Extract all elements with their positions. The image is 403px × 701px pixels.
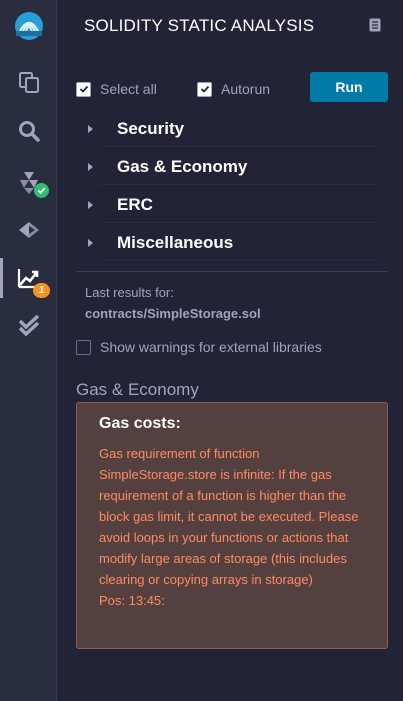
show-warnings-label: Show warnings for external libraries: [100, 339, 322, 355]
category-label: Miscellaneous: [117, 232, 234, 252]
alert-title: Gas costs:: [99, 415, 181, 432]
compile-success-badge: [34, 183, 49, 198]
run-button[interactable]: Run: [310, 72, 388, 102]
deploy-run-icon: [18, 222, 39, 238]
caret-right-icon: [88, 163, 93, 171]
caret-right-icon: [88, 125, 93, 133]
divider: [76, 271, 388, 272]
alert-position[interactable]: Pos: 13:45:: [99, 590, 365, 611]
deploy-run-button[interactable]: [0, 210, 57, 250]
warning-count-badge: 1: [33, 283, 50, 298]
autorun-label: Autorun: [221, 81, 271, 97]
checkmark-icon: [200, 85, 209, 93]
last-results-label: Last results for:: [85, 285, 174, 300]
results-section-title: Gas & Economy: [76, 380, 199, 399]
alert-message[interactable]: Gas requirement of function SimpleStorag…: [99, 443, 365, 590]
select-all-checkbox[interactable]: [76, 81, 91, 97]
book-icon[interactable]: [369, 18, 381, 37]
file-explorer-button[interactable]: [0, 62, 57, 102]
icon-panel: 1: [0, 0, 57, 701]
solidity-compiler-button[interactable]: [0, 162, 57, 202]
autorun-checkbox[interactable]: [197, 81, 212, 97]
category-gas-economy[interactable]: Gas & Economy: [88, 149, 379, 185]
static-analysis-panel: SOLIDITY STATIC ANALYSIS Select all Auto…: [58, 0, 403, 701]
category-security[interactable]: Security: [88, 111, 379, 147]
panel-title: SOLIDITY STATIC ANALYSIS: [84, 16, 315, 35]
check-icon: [37, 187, 46, 195]
select-all-row[interactable]: Select all: [76, 80, 157, 98]
category-label: Security: [117, 118, 185, 138]
autorun-row[interactable]: Autorun: [197, 80, 270, 98]
caret-right-icon: [88, 201, 93, 209]
search-icon: [18, 121, 40, 142]
caret-right-icon: [88, 239, 93, 247]
category-erc[interactable]: ERC: [88, 187, 379, 223]
unit-testing-button[interactable]: [0, 306, 57, 346]
select-all-label: Select all: [100, 81, 157, 97]
remix-logo-icon: [14, 12, 43, 40]
last-results-file: contracts/SimpleStorage.sol: [85, 306, 261, 321]
show-warnings-checkbox[interactable]: [76, 339, 91, 355]
category-label: Gas & Economy: [117, 156, 248, 176]
unit-testing-icon: [18, 314, 39, 337]
category-miscellaneous[interactable]: Miscellaneous: [88, 225, 379, 261]
static-analysis-button[interactable]: 1: [0, 258, 57, 298]
checkmark-icon: [79, 85, 88, 93]
warning-alert: Gas costs: Gas requirement of function S…: [76, 402, 388, 649]
file-explorer-icon: [18, 72, 39, 93]
show-warnings-row[interactable]: Show warnings for external libraries: [76, 339, 322, 355]
search-button[interactable]: [0, 111, 57, 151]
home-button[interactable]: [0, 6, 57, 46]
category-label: ERC: [117, 194, 153, 214]
